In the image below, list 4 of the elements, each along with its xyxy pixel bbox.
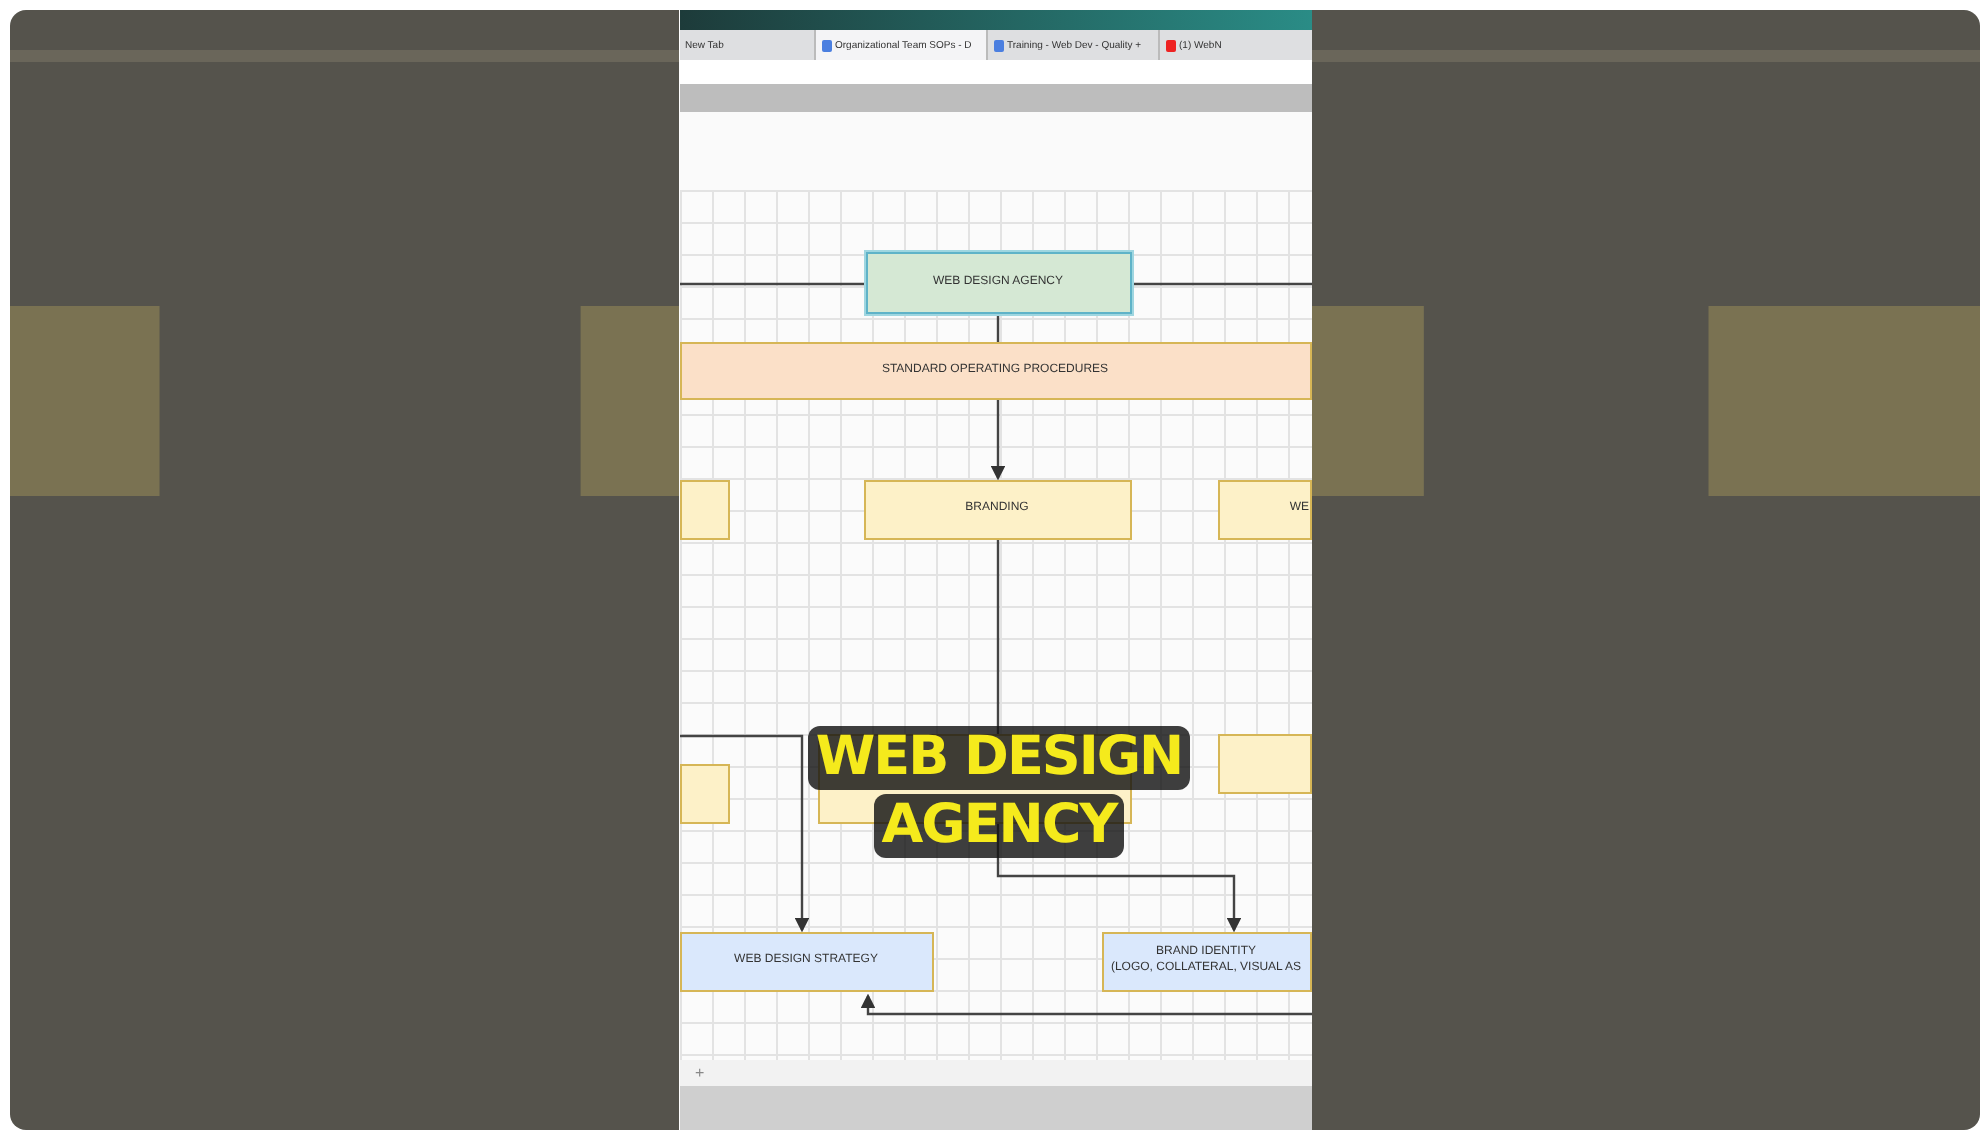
caption-text: AGENCY (873, 794, 1125, 858)
caption-text: WEB DESIGN (807, 726, 1191, 790)
document-icon (821, 39, 831, 51)
document-icon (993, 39, 1003, 51)
